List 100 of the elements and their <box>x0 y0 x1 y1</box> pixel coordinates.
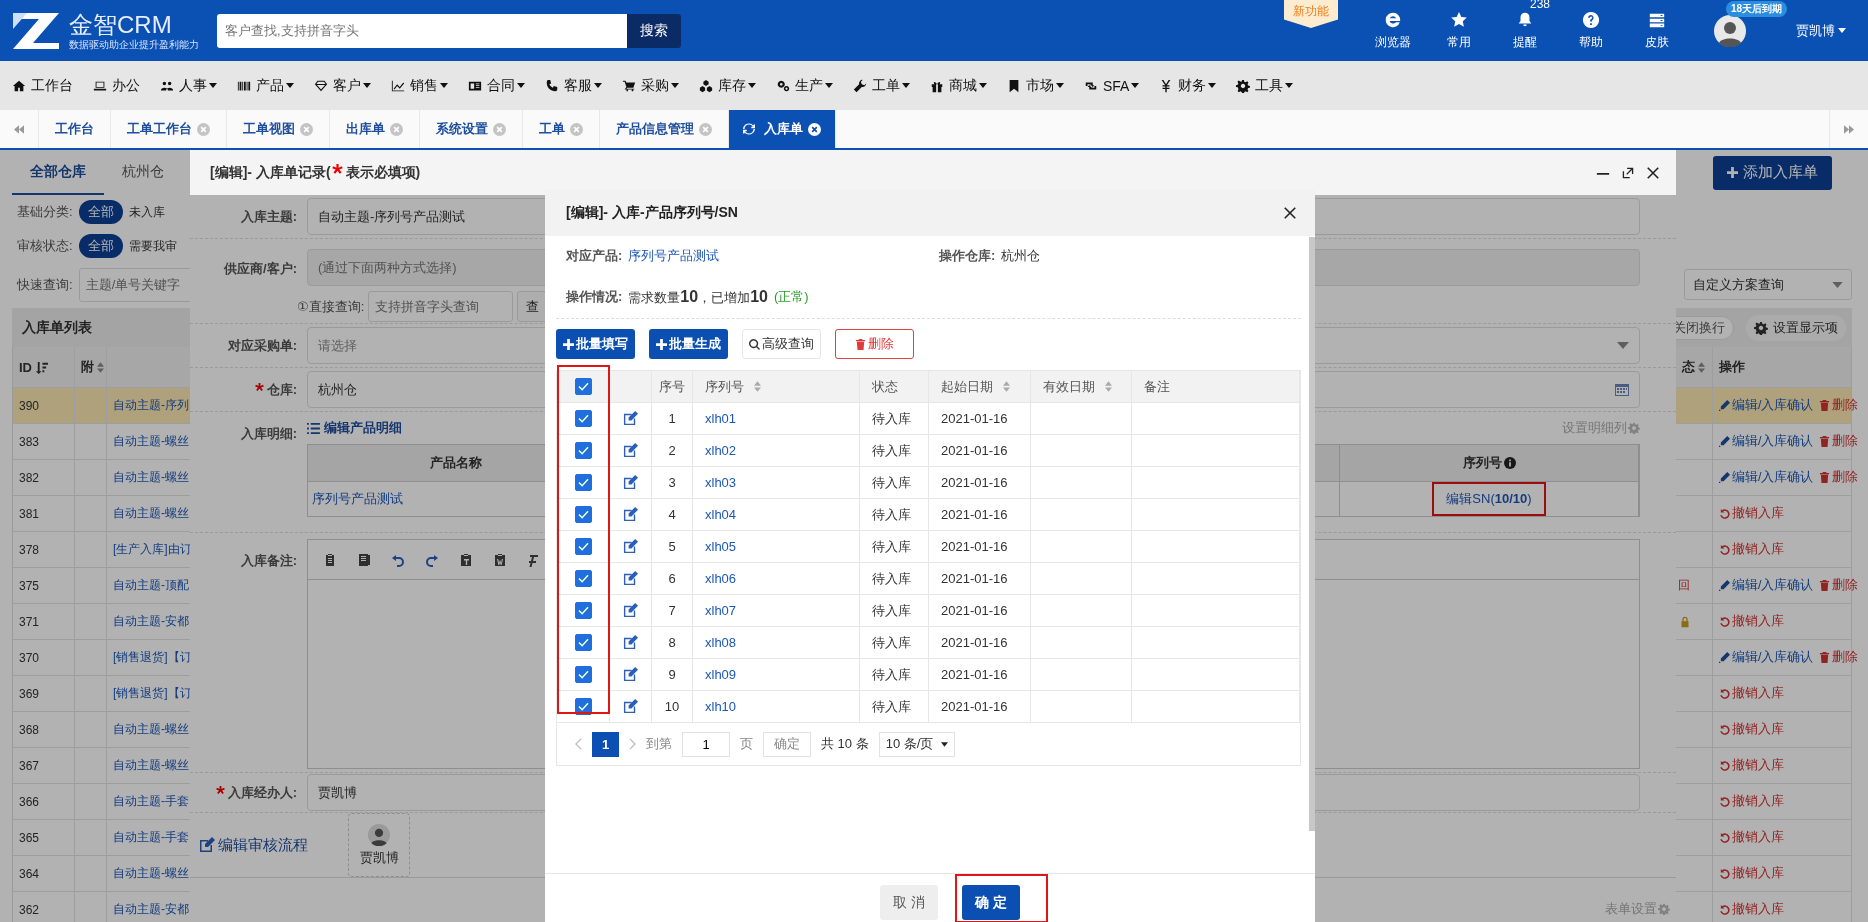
add-button[interactable]: 添加入库单 <box>1713 155 1832 190</box>
product-link[interactable]: 序列号产品测试 <box>628 247 720 265</box>
edit-icon[interactable] <box>623 667 638 682</box>
subject-link[interactable]: 自动主题-安都 <box>113 901 189 918</box>
serial-number-link[interactable]: xlh03 <box>705 475 737 490</box>
column-header[interactable]: 有效日期 <box>1043 377 1112 396</box>
edit-sn-link[interactable]: 编辑SN(10/10) <box>1446 491 1532 506</box>
subject-link[interactable]: 自动主题-顶配 <box>113 577 189 594</box>
serial-number-link[interactable]: xlh01 <box>705 411 737 426</box>
menu-item[interactable]: 客服 <box>545 76 602 95</box>
page-tab[interactable]: 工作台 <box>39 110 111 148</box>
filter-option[interactable]: 需要我审 <box>128 237 177 255</box>
goto-button[interactable]: 确定 <box>763 731 811 757</box>
subject-link[interactable]: [销售退货]【订 <box>113 649 192 666</box>
column-header[interactable]: 序列号 <box>705 377 761 396</box>
revoke-link[interactable]: 撤销入库 <box>1719 613 1784 630</box>
menu-item[interactable]: 人事 <box>160 76 217 95</box>
display-settings-button[interactable]: 设置显示项 <box>1746 314 1846 341</box>
revoke-link[interactable]: 撤销入库 <box>1719 829 1784 846</box>
edit-confirm-link[interactable]: 编辑/入库确认 <box>1719 469 1814 486</box>
warehouse-tab[interactable]: 杭州仓 <box>104 150 182 195</box>
subject-link[interactable]: 自动主题-手套 <box>113 829 189 846</box>
edit-confirm-link[interactable]: 编辑/入库确认 <box>1719 649 1814 666</box>
header-tool-button[interactable]: 浏览器 <box>1375 10 1411 51</box>
delete-link[interactable]: 删除 <box>1819 469 1859 486</box>
menu-item[interactable]: 市场 <box>1007 76 1064 95</box>
approver-card[interactable]: 贾凯博 <box>348 813 410 877</box>
header-tool-button[interactable]: 皮肤 <box>1645 10 1669 51</box>
serial-number-link[interactable]: xlh04 <box>705 507 737 522</box>
header-tool-button[interactable]: 帮助 <box>1579 10 1603 51</box>
serial-number-link[interactable]: xlh05 <box>705 539 737 554</box>
confirm-button[interactable]: 确 定 <box>962 885 1020 920</box>
revoke-link[interactable]: 撤销入库 <box>1719 505 1784 522</box>
close-icon[interactable] <box>1283 206 1297 220</box>
checkbox[interactable] <box>574 634 592 651</box>
subject-link[interactable]: [销售退货]【订 <box>113 685 192 702</box>
edit-icon[interactable] <box>623 699 638 714</box>
menu-item[interactable]: 库存 <box>699 76 756 95</box>
checkbox[interactable] <box>574 602 592 619</box>
warehouse-tab[interactable]: 全部仓库 <box>12 150 104 195</box>
menu-item[interactable]: 商城 <box>930 76 987 95</box>
batch-button[interactable]: 批量生成 <box>649 329 728 359</box>
column-header[interactable]: 起始日期 <box>941 377 1010 396</box>
serial-number-link[interactable]: xlh06 <box>705 571 737 586</box>
delete-button[interactable]: 删除 <box>835 329 914 359</box>
menu-item[interactable]: 客户 <box>314 76 371 95</box>
sort-descending-icon[interactable] <box>35 360 48 374</box>
checkbox[interactable] <box>574 410 592 427</box>
revoke-link[interactable]: 撤销入库 <box>1719 793 1784 810</box>
column-header[interactable]: 状态 <box>872 377 898 396</box>
subject-link[interactable]: 自动主题-螺丝 <box>113 469 189 486</box>
subject-link[interactable]: 自动主题-螺丝 <box>113 757 189 774</box>
column-header[interactable]: 备注 <box>1144 377 1170 396</box>
column-header[interactable]: 附 <box>81 358 104 376</box>
subject-link[interactable]: [生产入库]由订 <box>113 541 192 558</box>
revoke-link[interactable]: 撤销入库 <box>1719 685 1784 702</box>
subject-link[interactable]: 自动主题-螺丝 <box>113 865 189 882</box>
checkbox[interactable] <box>574 442 592 459</box>
user-menu[interactable]: 贾凯博 <box>1796 21 1846 40</box>
menu-item[interactable]: 财务 <box>1159 76 1217 95</box>
page-tab[interactable]: 工单视图 <box>227 110 330 148</box>
search-button[interactable]: 搜索 <box>627 13 681 48</box>
serial-number-link[interactable]: xlh10 <box>705 699 737 714</box>
edit-confirm-link[interactable]: 编辑/入库确认 <box>1719 433 1814 450</box>
serial-number-link[interactable]: xlh08 <box>705 635 737 650</box>
column-header[interactable]: 操作 <box>1719 358 1745 376</box>
product-link[interactable]: 序列号产品测试 <box>312 490 403 508</box>
revoke-link[interactable]: 撤销入库 <box>1719 901 1784 918</box>
header-tool-button[interactable]: 常用 <box>1447 10 1471 51</box>
column-header[interactable]: 态 <box>1682 358 1705 376</box>
checkbox[interactable] <box>574 474 592 491</box>
close-icon[interactable] <box>1646 165 1660 180</box>
edit-approval-flow-link[interactable]: 编辑审核流程 <box>199 835 308 855</box>
subject-link[interactable]: 自动主题-安都 <box>113 613 189 630</box>
menu-item[interactable]: 办公 <box>93 76 140 95</box>
edit-icon[interactable] <box>623 539 638 554</box>
paste-text-icon[interactable] <box>458 551 474 568</box>
delete-link[interactable]: 删除 <box>1819 577 1859 594</box>
header-tool-button[interactable]: 提醒 <box>1513 10 1537 51</box>
edit-icon[interactable] <box>623 603 638 618</box>
checkbox[interactable] <box>574 378 592 395</box>
page-tab[interactable]: 工单 <box>523 110 600 148</box>
filter-option[interactable]: 全部 <box>78 200 123 224</box>
page-tab[interactable]: 系统设置 <box>420 110 523 148</box>
user-avatar[interactable] <box>1714 14 1746 47</box>
menu-item[interactable]: 工具 <box>1236 76 1294 95</box>
checkbox[interactable] <box>574 666 592 683</box>
page-number[interactable]: 1 <box>592 731 619 757</box>
filter-option[interactable]: 未入库 <box>128 203 165 221</box>
delete-link[interactable]: 删除 <box>1819 397 1859 414</box>
menu-item[interactable]: 合同 <box>468 76 525 95</box>
sort-icon[interactable] <box>1698 361 1705 373</box>
edit-icon[interactable] <box>623 635 638 650</box>
sort-icon[interactable] <box>97 361 104 373</box>
page-size-select[interactable]: 10 条/页 <box>878 731 956 757</box>
edit-details-link[interactable]: 编辑产品明细 <box>307 419 402 437</box>
revoke-link[interactable]: 撤销入库 <box>1719 541 1784 558</box>
checkbox[interactable] <box>574 506 592 523</box>
revoke-link[interactable]: 撤销入库 <box>1719 721 1784 738</box>
edit-icon[interactable] <box>623 571 638 586</box>
